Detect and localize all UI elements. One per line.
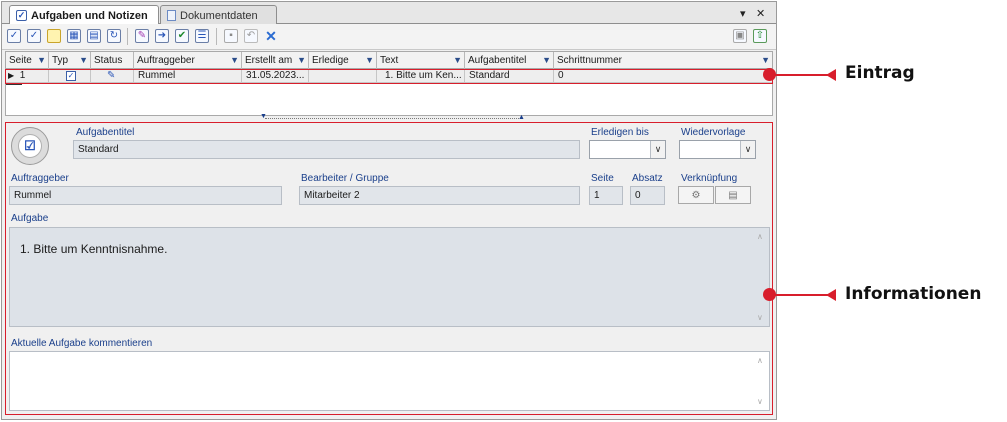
tab-bar: ✓ Aufgaben und Notizen Dokumentdaten ▾ ✕: [2, 2, 776, 25]
splitter-down-icon: ▼: [260, 113, 267, 120]
bearbeiter-label: Bearbeiter / Gruppe: [301, 173, 389, 184]
link-add-button[interactable]: ⚙: [678, 186, 714, 204]
scrollbar[interactable]: ∧ ∨: [754, 228, 769, 326]
gear-link-icon: ⚙: [691, 189, 701, 201]
callout-informationen: Informationen: [845, 284, 982, 304]
filter-icon[interactable]: ▼: [37, 55, 46, 65]
col-erledige[interactable]: Erledige ▼: [309, 52, 377, 69]
document-link-icon: ▤: [728, 189, 738, 201]
edit-task-icon[interactable]: ✎: [135, 29, 149, 43]
forward-task-icon[interactable]: ➜: [155, 29, 169, 43]
toolbar: ✓ ✓ ▦ ▤ ↻ ✎ ➜ ✔ ☰ ▪ ↶ ✕ ▣ ⇧: [2, 24, 776, 50]
col-typ[interactable]: Typ ▼: [49, 52, 91, 69]
callout-eintrag: Eintrag: [845, 63, 915, 83]
splitter[interactable]: ▼ ▲: [5, 113, 773, 121]
task-detail: ☑ Aufgabentitel Standard Erledigen bis ∨…: [5, 122, 773, 415]
save-icon[interactable]: ▪: [224, 29, 238, 43]
seite-label: Seite: [591, 173, 614, 184]
scroll-down-icon[interactable]: ∨: [757, 397, 763, 406]
task-type-icon: ☑: [11, 127, 49, 165]
chevron-down-icon[interactable]: ∨: [740, 141, 755, 158]
filter-icon[interactable]: ▼: [79, 55, 88, 65]
wiedervorlage-select[interactable]: ∨: [679, 140, 756, 159]
col-seite[interactable]: Seite ▼: [6, 52, 49, 69]
scroll-up-icon[interactable]: ∧: [757, 356, 763, 365]
entry-highlight: [5, 69, 773, 84]
complete-task-icon[interactable]: ✔: [175, 29, 189, 43]
aufgabe-text: 1. Bitte um Kenntnisnahme.: [20, 242, 168, 256]
refresh-icon[interactable]: ↻: [107, 29, 121, 43]
filter-icon[interactable]: ▼: [542, 55, 551, 65]
kommentar-label: Aktuelle Aufgabe kommentieren: [11, 338, 153, 349]
informationen-arrow-icon: [826, 289, 836, 301]
erledigen-bis-select[interactable]: ∨: [589, 140, 666, 159]
kommentar-textarea[interactable]: ∧ ∨: [9, 351, 770, 411]
calendar-icon[interactable]: ▦: [67, 29, 81, 43]
details-icon[interactable]: ☰: [195, 29, 209, 43]
upload-icon[interactable]: ⇧: [753, 29, 767, 43]
grid-header: Seite ▼ Typ ▼ Status Auftraggeber ▼ Erstell…: [6, 52, 772, 69]
filter-icon[interactable]: ▼: [365, 55, 374, 65]
link-open-button[interactable]: ▤: [715, 186, 751, 204]
document-icon: [167, 10, 176, 21]
filter-icon[interactable]: ▼: [453, 55, 462, 65]
toolbar-separator: [127, 28, 128, 45]
scrollbar[interactable]: ∧ ∨: [754, 352, 769, 410]
tab-label: Dokumentdaten: [180, 9, 258, 22]
export-icon[interactable]: ▣: [733, 29, 747, 43]
tab-dokumentdaten[interactable]: Dokumentdaten: [160, 5, 277, 25]
chevron-down-icon[interactable]: ∨: [650, 141, 665, 158]
absatz-field[interactable]: 0: [630, 186, 665, 205]
eintrag-line: [774, 74, 834, 76]
wiedervorlage-label: Wiedervorlage: [681, 127, 746, 138]
task-icon: ✓: [16, 10, 27, 21]
tab-label: Aufgaben und Notizen: [31, 9, 148, 22]
auftraggeber-label: Auftraggeber: [11, 173, 69, 184]
filter-icon[interactable]: ▼: [297, 55, 306, 65]
auftraggeber-field[interactable]: Rummel: [9, 186, 282, 205]
task-panel: ✓ Aufgaben und Notizen Dokumentdaten ▾ ✕…: [1, 1, 777, 420]
undo-icon[interactable]: ↶: [244, 29, 258, 43]
eintrag-arrow-icon: [826, 69, 836, 81]
delete-icon[interactable]: ✕: [264, 29, 278, 43]
new-task-icon[interactable]: ✓: [7, 29, 21, 43]
print-icon[interactable]: ▤: [87, 29, 101, 43]
chevron-down-icon[interactable]: ▾: [740, 7, 746, 20]
bearbeiter-field[interactable]: Mitarbeiter 2: [299, 186, 580, 205]
col-schrittnummer[interactable]: Schrittnummer ▼: [554, 52, 772, 69]
splitter-up-icon: ▲: [518, 114, 525, 121]
row-separator: [6, 84, 22, 85]
aufgabentitel-field[interactable]: Standard: [73, 140, 580, 159]
informationen-line: [774, 294, 834, 296]
col-aufgabentitel[interactable]: Aufgabentitel ▼: [465, 52, 554, 69]
absatz-label: Absatz: [632, 173, 663, 184]
scroll-down-icon[interactable]: ∨: [757, 313, 763, 322]
col-auftraggeber[interactable]: Auftraggeber ▼: [134, 52, 242, 69]
aufgabe-label: Aufgabe: [11, 213, 49, 224]
col-erstellt-am[interactable]: Erstellt am ▼: [242, 52, 309, 69]
filter-icon[interactable]: ▼: [761, 55, 770, 65]
seite-field[interactable]: 1: [589, 186, 623, 205]
note-icon[interactable]: [47, 29, 61, 43]
filter-icon[interactable]: ▼: [230, 55, 239, 65]
task-list-icon[interactable]: ✓: [27, 29, 41, 43]
scroll-up-icon[interactable]: ∧: [757, 232, 763, 241]
col-status[interactable]: Status: [91, 52, 134, 69]
close-icon[interactable]: ✕: [756, 7, 765, 20]
aufgabentitel-label: Aufgabentitel: [76, 127, 135, 138]
tab-aufgaben-und-notizen[interactable]: ✓ Aufgaben und Notizen: [9, 5, 159, 25]
toolbar-separator: [216, 28, 217, 45]
erledigen-bis-label: Erledigen bis: [591, 127, 649, 138]
aufgabe-textarea[interactable]: 1. Bitte um Kenntnisnahme. ∧ ∨: [9, 227, 770, 327]
verknuepfung-label: Verknüpfung: [681, 173, 738, 184]
col-text[interactable]: Text ▼: [377, 52, 465, 69]
